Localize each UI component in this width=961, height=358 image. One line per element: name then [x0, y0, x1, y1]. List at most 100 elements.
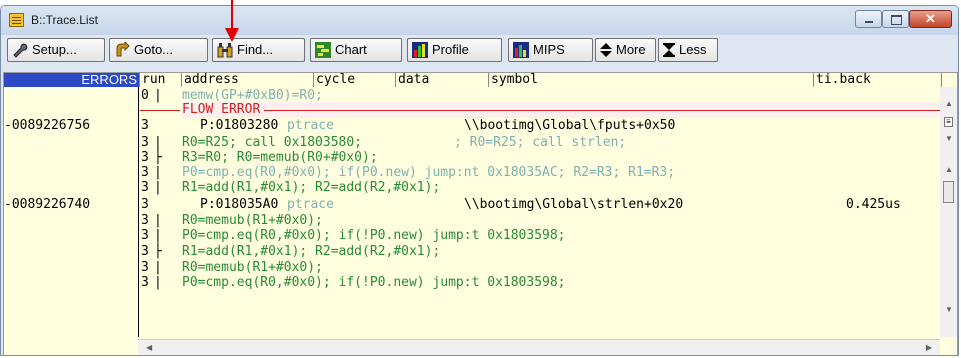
mips-button[interactable]: MIPS — [508, 38, 593, 62]
callout-arrow — [225, 0, 239, 42]
trace-row[interactable]: 3 ├ R3=R0; R0=memub(R0+#0x0); — [4, 150, 942, 165]
timestamp-cell: -0089226756 — [4, 118, 91, 133]
flow-marker: ├ — [154, 150, 162, 165]
updown-icon — [600, 42, 612, 57]
instruction-cell: R0=memub(R1+#0x0); — [182, 213, 323, 228]
trace-row[interactable]: 3 | P0=cmp.eq(R0,#0x0); if(!P0.new) jump:t… — [4, 228, 942, 243]
flow-marker: | — [154, 88, 162, 103]
goto-label: Goto... — [134, 42, 174, 57]
symbol-cell: \\bootimg\Global\fputs+0x50 — [464, 118, 676, 133]
trace-window-icon — [9, 13, 24, 27]
flow-error-label: FLOW ERROR — [182, 102, 261, 117]
scroll-thumb[interactable] — [943, 181, 954, 203]
minimize-icon — [865, 21, 873, 23]
instruction-cell: P0=cmp.eq(R0,#0x0); if(!P0.new) jump:t 0… — [182, 275, 566, 290]
data-column-header[interactable]: data — [396, 73, 489, 87]
trace-row[interactable]: 3 | R0=memub(R1+#0x0); — [4, 260, 942, 275]
instruction-cell: R0=R25; call 0x1803580; — [182, 135, 363, 150]
trace-row[interactable]: FLOW ERROR — [4, 102, 942, 118]
run-cell: 3 — [141, 213, 149, 228]
run-cell: 3 — [141, 118, 149, 133]
scroll-down-icon-2[interactable]: ▼ — [945, 305, 953, 314]
trace-row[interactable]: -0089226740 3 P:018035A0 ptrace \\bootimg\Gl… — [4, 197, 942, 212]
run-cell: 3 — [141, 135, 149, 150]
scroll-down-icon[interactable]: ▼ — [945, 134, 953, 143]
window-title: B::Trace.List — [31, 13, 98, 27]
run-cell: 3 — [141, 260, 149, 275]
run-cell: 3 — [141, 244, 149, 259]
flow-marker: ├ — [154, 244, 162, 259]
hourglass-icon — [663, 42, 675, 57]
address-column-header[interactable]: address — [182, 73, 314, 87]
profile-button[interactable]: Profile — [407, 38, 502, 62]
scroll-up-icon-2[interactable]: ▲ — [945, 165, 953, 174]
horizontal-scrollbar[interactable]: ◀ ▶ — [138, 339, 940, 355]
instruction-cell: R1=add(R1,#0x1); R2=add(R2,#0x1); — [182, 180, 441, 195]
trace-row[interactable]: 3 ├ R1=add(R1,#0x1); R2=add(R2,#0x1); — [4, 244, 942, 259]
profile-label: Profile — [432, 42, 469, 57]
run-cell: 3 — [141, 150, 149, 165]
tiback-cell: 0.425us — [846, 197, 901, 212]
address-cell: P:01803280 — [200, 118, 279, 133]
trace-list-panel: ERRORS run address cycle data symbol ti.… — [3, 72, 958, 355]
mips-label: MIPS — [533, 42, 565, 57]
instruction-cell: P0=cmp.eq(R0,#0x0); if(!P0.new) jump:t 0… — [182, 228, 566, 243]
timestamp-cell: -0089226740 — [4, 197, 91, 212]
scroll-left-icon[interactable]: ◀ — [146, 343, 152, 352]
find-label: Find... — [237, 42, 274, 57]
instruction-cell: P0=cmp.eq(R0,#0x0); if(P0.new) jump:nt 0… — [182, 165, 676, 180]
run-cell: 0 — [141, 88, 149, 103]
instruction-cell: memw(GP+#0xB0)=R0; — [182, 88, 323, 103]
symbol-column-header[interactable]: symbol — [489, 73, 814, 87]
trace-row[interactable]: 3 | R0=memub(R1+#0x0); — [4, 213, 942, 228]
setup-button[interactable]: Setup... — [7, 38, 105, 62]
close-button[interactable]: ✕ — [909, 10, 952, 28]
flow-marker: | — [154, 275, 162, 290]
flow-marker: | — [154, 135, 162, 150]
run-cell: 3 — [141, 197, 149, 212]
instruction-cell: R0=memub(R1+#0x0); — [182, 260, 323, 275]
toolbar: Setup... Goto... Find... Chart Profile M… — [3, 38, 958, 65]
trace-row[interactable]: 3 | R1=add(R1,#0x1); R2=add(R2,#0x1); — [4, 180, 942, 195]
tiback-column-header[interactable]: ti.back — [814, 73, 942, 87]
flow-marker: | — [154, 180, 162, 195]
flow-marker: | — [154, 260, 162, 275]
chart-button[interactable]: Chart — [310, 38, 402, 62]
trace-row[interactable]: 3 | P0=cmp.eq(R0,#0x0); if(!P0.new) jump:t… — [4, 275, 942, 290]
run-cell: 3 — [141, 228, 149, 243]
column-header: ERRORS run address cycle data symbol ti.… — [4, 73, 942, 87]
flow-marker: | — [154, 165, 162, 180]
goto-button[interactable]: Goto... — [109, 38, 208, 62]
scroll-up-icon[interactable]: ▲ — [945, 99, 953, 108]
minimize-button[interactable] — [855, 10, 882, 28]
vertical-scrollbar[interactable]: ▲ ≡ ▼ ▲ ▼ — [940, 87, 957, 337]
run-column-header[interactable]: run — [140, 73, 182, 87]
more-button[interactable]: More — [595, 38, 656, 62]
trace-row[interactable]: 3 | P0=cmp.eq(R0,#0x0); if(P0.new) jump:nt… — [4, 165, 942, 180]
mips-icon — [513, 41, 529, 58]
close-icon: ✕ — [925, 11, 936, 26]
title-bar: B::Trace.List ✕ — [1, 6, 958, 35]
run-cell: 3 — [141, 275, 149, 290]
maximize-button[interactable] — [882, 10, 909, 28]
less-button[interactable]: Less — [658, 38, 718, 62]
setup-label: Setup... — [32, 42, 77, 57]
maximize-icon — [891, 15, 902, 25]
less-label: Less — [679, 42, 707, 57]
more-label: More — [616, 42, 646, 57]
chart-label: Chart — [335, 42, 367, 57]
run-cell: 3 — [141, 180, 149, 195]
address-cell: P:018035A0 — [200, 197, 279, 212]
profile-icon — [412, 41, 428, 58]
chart-icon — [315, 41, 331, 58]
trace-row[interactable]: -0089226756 3 P:01803280 ptrace \\bootimg\Gl… — [4, 118, 942, 133]
cycle-column-header[interactable]: cycle — [314, 73, 396, 87]
flow-marker: | — [154, 228, 162, 243]
wrench-icon — [13, 43, 28, 58]
scroll-right-icon[interactable]: ▶ — [926, 343, 932, 352]
trace-row[interactable]: 3 | R0=R25; call 0x1803580; ; R0=R25; call … — [4, 135, 942, 150]
comment-cell: ; R0=R25; call strlen; — [454, 135, 627, 150]
errors-column-header[interactable]: ERRORS — [4, 73, 140, 87]
trace-row[interactable]: 0 | memw(GP+#0xB0)=R0; — [4, 88, 942, 103]
goto-icon — [116, 41, 130, 57]
